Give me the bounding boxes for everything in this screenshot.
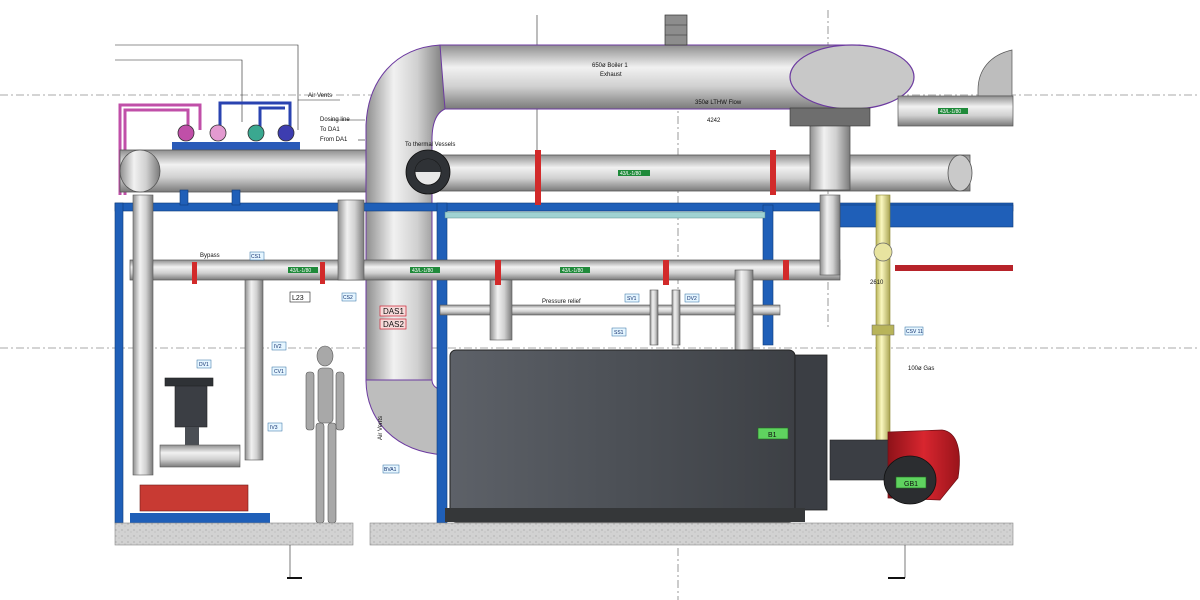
label-gas: 100ø Gas — [908, 366, 934, 372]
exhaust-flue-elbow — [365, 44, 446, 381]
tag-iv2: IV2 — [274, 344, 282, 350]
tag-iv3: IV3 — [270, 425, 278, 431]
pipe-label-1: 43/L-1/80 — [620, 171, 641, 177]
tag-cs1: CS1 — [251, 254, 261, 260]
pipe-label-4: 43/L-1/80 — [562, 268, 583, 274]
label-air-vents-vertical: Air Vents — [378, 416, 384, 440]
label-air-vents-top: Air Vents — [308, 93, 332, 99]
chimney-stub — [664, 14, 688, 46]
return-header-pipe — [439, 154, 971, 192]
floor-slab-left — [114, 522, 354, 546]
middle-header-pipe — [129, 259, 841, 281]
pipe-label-2: 43/L-1/80 — [290, 268, 311, 274]
boiler-b1 — [449, 349, 796, 523]
pump-base — [139, 484, 249, 512]
label-bypass: Bypass — [200, 253, 220, 259]
tag-dv1: DV1 — [199, 362, 209, 368]
tag-gb1: GB1 — [904, 481, 918, 488]
dim-right: 2610 — [870, 280, 884, 286]
label-dosing-line: Dosing line — [320, 117, 350, 123]
boiler-room-diagram: Air Vents Dosing line To DA1 From DA1 To… — [0, 0, 1200, 600]
burner-gb1 — [829, 429, 960, 505]
pipe-label-5: 43/L-1/80 — [940, 109, 961, 115]
pipe-label-3: 43/L-1/80 — [412, 268, 433, 274]
thermal-vessel-connection — [405, 149, 451, 195]
label-lthw-flow: 350ø LTHW Flow — [695, 100, 742, 106]
diagram-canvas: Air Vents Dosing line To DA1 From DA1 To… — [0, 10, 1200, 600]
tag-cs2: CS2 — [343, 295, 353, 301]
label-from-da1: From DA1 — [320, 137, 348, 143]
tag-ss1: SS1 — [614, 330, 624, 336]
tag-sv1: SV1 — [627, 296, 637, 302]
label-l23: L23 — [292, 295, 304, 302]
second-boiler-flue — [977, 49, 1013, 97]
label-to-da1: To DA1 — [320, 127, 340, 133]
dim-top: 4242 — [707, 118, 721, 124]
label-to-thermal-vessels: To thermal Vessels — [405, 142, 455, 148]
dosing-pots — [172, 124, 300, 150]
label-boiler-exhaust-1: 650ø Boiler 1 — [592, 63, 628, 69]
scale-figure — [305, 345, 345, 524]
tag-dv2: DV2 — [687, 296, 697, 302]
tag-b1: B1 — [768, 432, 777, 439]
floor-slab-right — [369, 522, 1014, 546]
tag-cv1: CV1 — [274, 369, 284, 375]
tag-csv11: CSV 11 — [906, 329, 923, 335]
label-pressure-relief: Pressure relief — [542, 299, 581, 305]
tag-bva1: BVA1 — [384, 467, 397, 473]
label-das1: DAS1 — [383, 307, 404, 316]
label-boiler-exhaust-2: Exhaust — [600, 72, 622, 78]
label-das2: DAS2 — [383, 320, 404, 329]
